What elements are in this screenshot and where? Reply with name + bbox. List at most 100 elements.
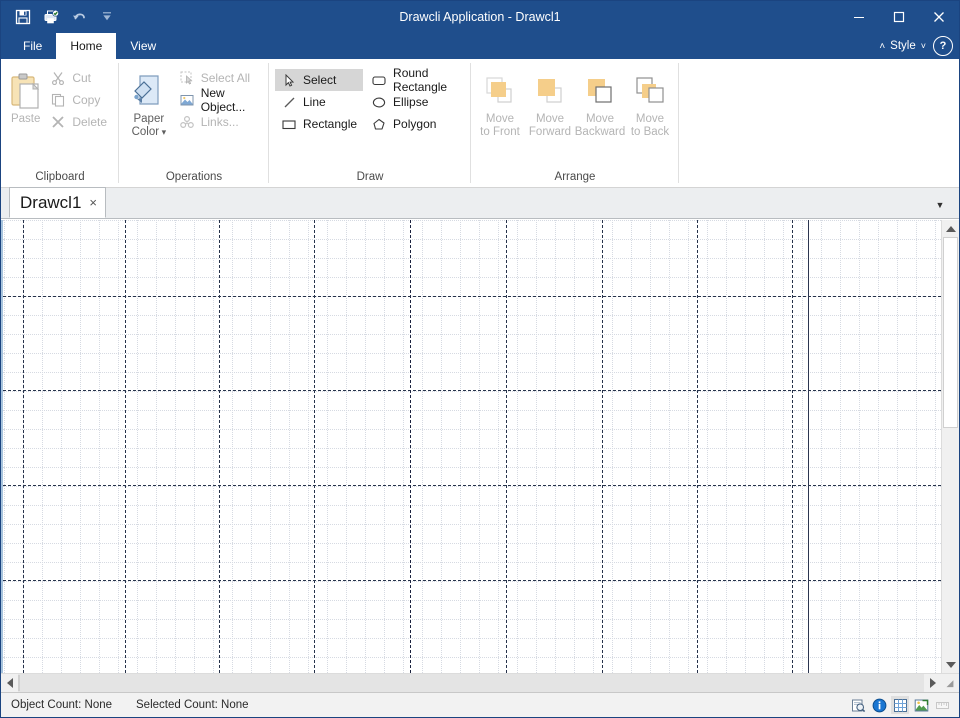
move-backward-icon [583, 69, 617, 113]
grid-minor-line-vertical [764, 220, 765, 673]
ribbon-tab-file[interactable]: File [9, 33, 56, 59]
grid-minor-line-vertical [916, 220, 917, 673]
move-to-front-button[interactable]: Move to Front [475, 65, 525, 139]
tool-line-button[interactable]: Line [275, 91, 363, 113]
move-backward-button[interactable]: Move Backward [575, 65, 625, 139]
grid-minor-line-vertical [175, 220, 176, 673]
minimize-button[interactable] [839, 2, 879, 32]
selected-count-text: Selected Count: None [136, 699, 249, 711]
help-button[interactable]: ? [933, 36, 953, 56]
tool-line-label: Line [303, 95, 326, 109]
select-all-label: Select All [200, 71, 251, 85]
grid-major-line-vertical [602, 220, 603, 673]
grid-minor-line-horizontal [3, 619, 941, 620]
group-label-arrange: Arrange [554, 171, 596, 183]
grid-minor-line-horizontal [3, 429, 941, 430]
new-object-button[interactable]: New Object... [173, 86, 263, 114]
grid-minor-line-vertical [536, 220, 537, 673]
scroll-left-button[interactable] [1, 674, 18, 692]
draw-column-2: Round Rectangle Ellipse Polygon [365, 66, 465, 135]
grid-minor-line-horizontal [3, 467, 941, 468]
paper-color-icon [131, 69, 167, 113]
tool-ellipse-button[interactable]: Ellipse [365, 91, 465, 113]
tool-rectangle-button[interactable]: Rectangle [275, 113, 363, 135]
grid-minor-line-vertical [479, 220, 480, 673]
grid-minor-line-vertical [118, 220, 119, 673]
style-menu-label[interactable]: Style [890, 40, 916, 52]
grid-minor-line-vertical [669, 220, 670, 673]
page-break-line [410, 220, 411, 673]
resize-grip-icon[interactable]: ◢ [941, 674, 959, 692]
ribbon-tab-view[interactable]: View [116, 33, 170, 59]
info-icon[interactable] [870, 696, 888, 714]
tool-ellipse-label: Ellipse [393, 95, 429, 109]
status-bar: Object Count: None Selected Count: None [1, 692, 959, 717]
grid-minor-line-vertical [574, 220, 575, 673]
horizontal-scrollbar[interactable]: ◢ [1, 673, 959, 692]
tool-polygon-button[interactable]: Polygon [365, 113, 465, 135]
vertical-scroll-thumb[interactable] [943, 237, 958, 428]
print-preview-icon[interactable] [849, 696, 867, 714]
grid-minor-line-vertical [308, 220, 309, 673]
scroll-up-button[interactable] [942, 220, 959, 237]
group-label-operations: Operations [165, 171, 223, 183]
scroll-right-button[interactable] [924, 674, 941, 692]
print-preview-icon[interactable] [39, 6, 63, 28]
links-button[interactable]: Links... [173, 111, 263, 133]
grid-minor-line-vertical [422, 220, 423, 673]
grid-major-line-horizontal [3, 485, 941, 486]
grid-minor-line-horizontal [3, 505, 941, 506]
grid-minor-line-vertical [403, 220, 404, 673]
grid-minor-line-vertical [327, 220, 328, 673]
workspace [1, 219, 959, 673]
collapse-ribbon-icon[interactable]: ˄ [879, 41, 885, 52]
grid-minor-line-vertical [384, 220, 385, 673]
maximize-button[interactable] [879, 2, 919, 32]
delete-label: Delete [72, 115, 107, 129]
close-icon[interactable]: × [89, 196, 97, 209]
grid-major-line-vertical [314, 220, 315, 673]
undo-icon[interactable] [67, 6, 91, 28]
ribbon: Paste Cut Copy Delete Clipboard Paper Co… [1, 59, 959, 188]
tool-select-button[interactable]: Select [275, 69, 364, 91]
ruler-icon[interactable] [933, 696, 951, 714]
chevron-down-icon[interactable]: ▼ [931, 196, 949, 214]
move-to-back-button[interactable]: Move to Back [625, 65, 675, 139]
save-icon[interactable] [11, 6, 35, 28]
cut-button[interactable]: Cut [44, 67, 113, 89]
clipboard-small-buttons: Cut Copy Delete [44, 65, 113, 133]
rectangle-icon [281, 116, 297, 132]
tool-round-rectangle-button[interactable]: Round Rectangle [365, 66, 465, 94]
horizontal-scroll-thumb[interactable] [18, 675, 20, 691]
move-forward-icon [533, 69, 567, 113]
scroll-down-button[interactable] [942, 656, 959, 673]
delete-button[interactable]: Delete [44, 111, 113, 133]
cut-icon [50, 70, 66, 86]
links-label: Links... [200, 115, 239, 129]
copy-button[interactable]: Copy [44, 89, 113, 111]
document-tab-drawcl1[interactable]: Drawcl1 × [9, 187, 106, 218]
ribbon-group-arrange: Move to Front Move Forward Move Backward… [471, 59, 679, 187]
drawing-canvas[interactable] [1, 220, 941, 673]
grid-minor-line-vertical [365, 220, 366, 673]
image-icon[interactable] [912, 696, 930, 714]
customize-qat-icon[interactable] [95, 6, 119, 28]
ribbon-tab-home[interactable]: Home [56, 33, 117, 59]
grid-major-line-vertical [23, 220, 24, 673]
grid-minor-line-vertical [612, 220, 613, 673]
close-button[interactable] [919, 2, 959, 32]
document-tab-bar: Drawcl1 × ▼ [1, 187, 959, 219]
grid-icon[interactable] [891, 696, 909, 714]
paste-label: Paste [10, 113, 41, 125]
vertical-scroll-track[interactable] [942, 237, 959, 656]
vertical-scrollbar[interactable] [941, 220, 959, 673]
grid-minor-line-vertical [840, 220, 841, 673]
paste-button[interactable]: Paste [7, 65, 44, 126]
move-forward-button[interactable]: Move Forward [525, 65, 575, 139]
canvas-grid [3, 220, 941, 673]
grid-minor-line-horizontal [3, 638, 941, 639]
grid-minor-line-vertical [80, 220, 81, 673]
horizontal-scroll-track[interactable] [18, 674, 924, 692]
paper-color-button[interactable]: Paper Color ▾ [125, 65, 173, 139]
chevron-down-icon[interactable]: ˅ [921, 41, 926, 51]
